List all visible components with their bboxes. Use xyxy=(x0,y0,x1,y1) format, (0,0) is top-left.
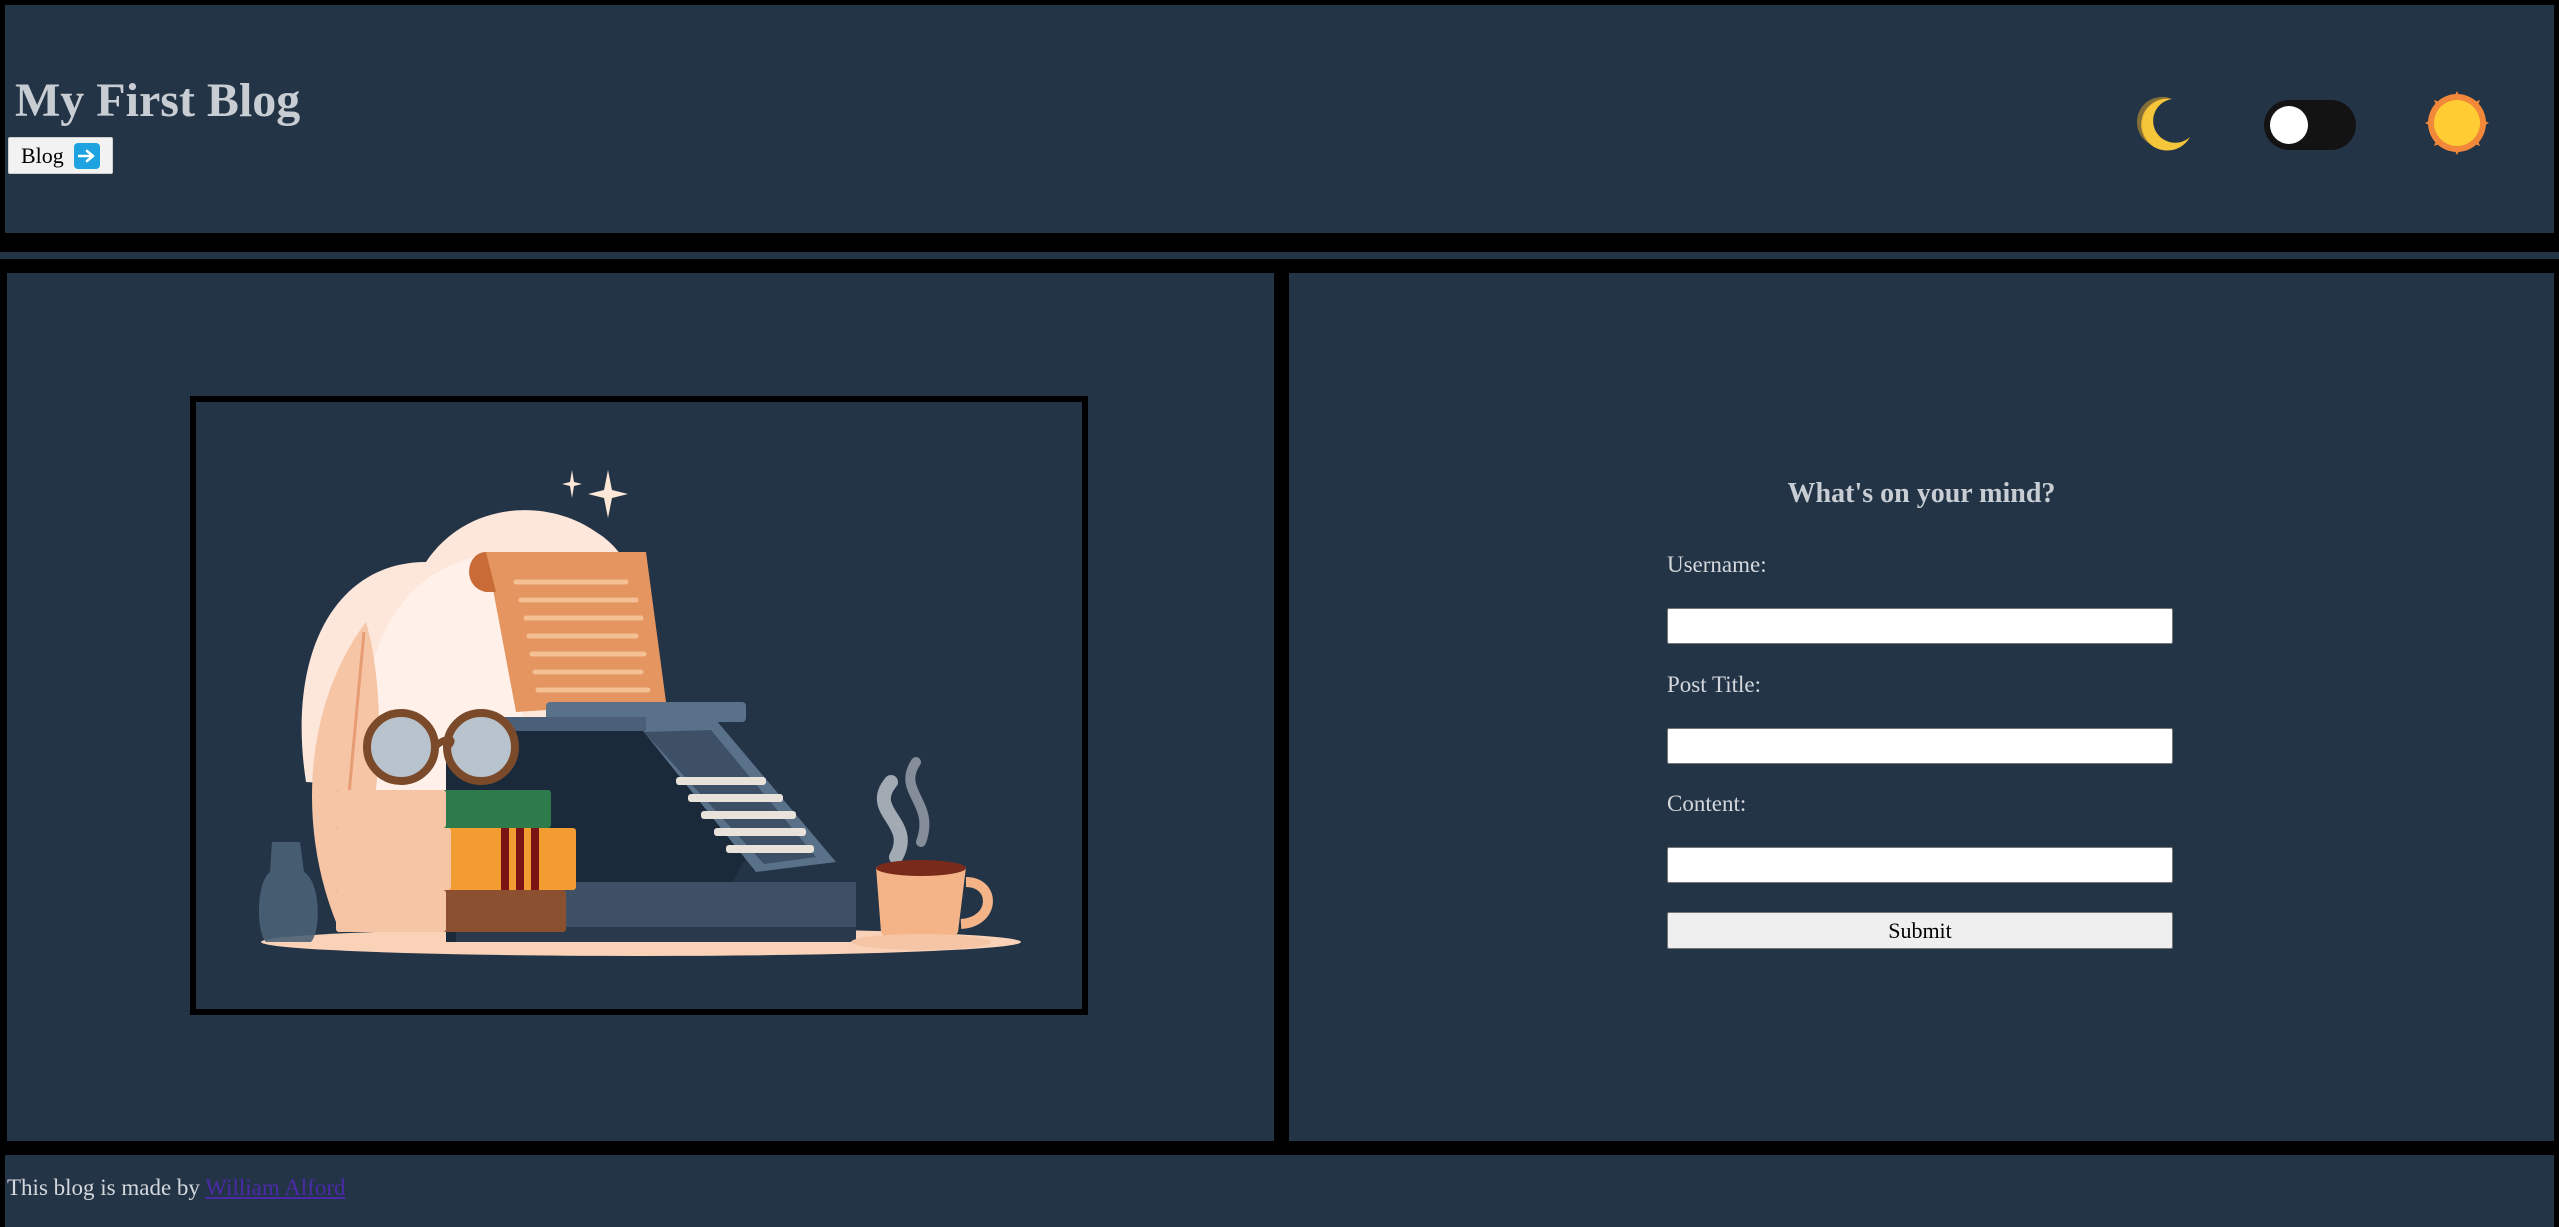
blog-button-label: Blog xyxy=(21,142,64,168)
post-title-input[interactable] xyxy=(1667,728,2173,764)
author-link[interactable]: William Alford xyxy=(205,1175,345,1200)
moon-icon xyxy=(2136,96,2190,151)
content-input[interactable] xyxy=(1667,847,2173,883)
page: My First Blog Blog What's on your mind? … xyxy=(0,0,2559,1227)
arrow-right-icon xyxy=(73,142,100,169)
content-label: Content: xyxy=(1667,791,1747,816)
username-label: Username: xyxy=(1667,552,1767,577)
site-header: My First Blog Blog xyxy=(5,5,2554,233)
header-divider xyxy=(0,252,2559,259)
sun-icon xyxy=(2425,91,2489,155)
theme-toggle[interactable] xyxy=(2264,100,2356,150)
image-panel xyxy=(7,273,1274,1141)
blog-button[interactable]: Blog xyxy=(8,137,113,174)
submit-button[interactable]: Submit xyxy=(1667,912,2173,949)
site-title: My First Blog xyxy=(15,74,301,127)
theme-toggle-knob xyxy=(2270,106,2308,144)
username-input[interactable] xyxy=(1667,608,2173,644)
footer-credit: This blog is made by xyxy=(7,1175,206,1200)
post-title-label: Post Title: xyxy=(1667,672,1761,697)
footer-text: This blog is made by William Alford xyxy=(7,1175,346,1201)
typewriter-illustration xyxy=(190,396,1088,1015)
form-heading: What's on your mind? xyxy=(1787,478,2056,509)
post-form-panel: What's on your mind? Username: Post Titl… xyxy=(1289,273,2554,1141)
site-footer: This blog is made by William Alford xyxy=(5,1155,2554,1227)
